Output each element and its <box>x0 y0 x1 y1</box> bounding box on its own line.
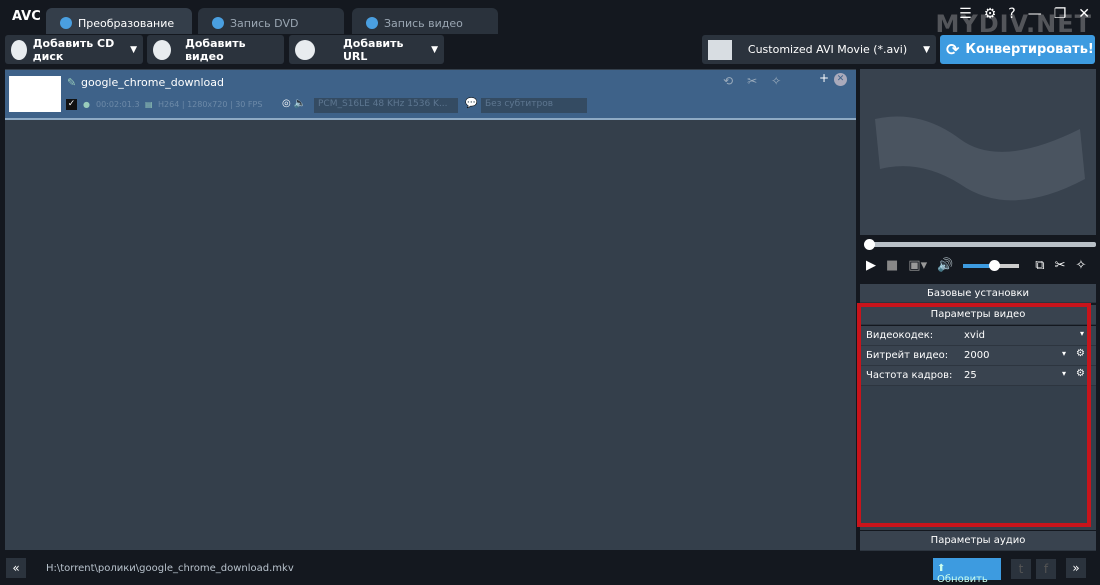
tab-convert[interactable]: Преобразование <box>46 8 192 34</box>
chevron-down-icon: ▼ <box>130 44 137 55</box>
tab-label: Запись видео <box>384 16 463 30</box>
duration: 00:02:01.3 <box>96 100 140 109</box>
app-logo: AVC <box>12 9 41 24</box>
file-item[interactable]: ✎ google_chrome_download ✓ ● 00:02:01.3 … <box>5 70 856 120</box>
add-video-button[interactable]: Добавить видео <box>147 35 284 64</box>
copy-icon[interactable]: ⧉ <box>1035 258 1044 273</box>
log-icon[interactable]: ☰ <box>959 6 972 22</box>
seek-knob[interactable] <box>864 239 875 250</box>
add-cd-button[interactable]: Добавить CD диск ▼ <box>5 35 143 64</box>
file-path: H:\torrent\ролики\google_chrome_download… <box>46 563 294 574</box>
audio-track-select[interactable]: PCM_S16LE 48 KHz 1536 K... <box>314 98 458 113</box>
refresh-icon: ⟳ <box>946 40 960 59</box>
video-preview <box>860 69 1096 235</box>
scissors-icon[interactable]: ✂ <box>1055 258 1066 273</box>
target-icon: ◎ 🔈 <box>282 98 307 109</box>
collapse-left-button[interactable]: « <box>6 558 26 578</box>
audio-track-label: PCM_S16LE 48 KHz 1536 K... <box>318 99 448 109</box>
add-url-button[interactable]: Добавить URL ▼ <box>289 35 444 64</box>
film-reel-icon <box>875 116 1085 201</box>
chevron-down-icon: ▼ <box>431 44 438 55</box>
disc-icon <box>212 17 224 29</box>
help-icon[interactable]: ? <box>1008 6 1015 22</box>
clock-icon: ● <box>83 100 90 109</box>
format-select[interactable]: Customized AVI Movie (*.avi) ▼ <box>702 35 936 64</box>
edit-icon[interactable]: ✎ <box>67 76 76 89</box>
effects-icon[interactable]: ✧ <box>771 74 781 88</box>
volume-icon[interactable]: 🔊 <box>937 258 953 273</box>
subtitle-select[interactable]: Без субтитров <box>481 98 587 113</box>
remove-icon[interactable]: ✕ <box>834 73 847 86</box>
stop-icon[interactable]: ■ <box>886 258 898 273</box>
facebook-icon[interactable]: f <box>1036 559 1056 579</box>
rotate-icon[interactable]: ⟲ <box>723 74 733 88</box>
film-icon <box>708 39 732 60</box>
format-label: Customized AVI Movie (*.avi) <box>747 43 908 56</box>
minimize-icon[interactable]: — <box>1028 6 1042 22</box>
film-strip-icon: ▤ <box>145 100 153 109</box>
close-icon[interactable]: ✕ <box>1078 6 1090 22</box>
cd-add-icon <box>11 39 27 60</box>
basic-settings-header[interactable]: Базовые установки <box>860 284 1096 303</box>
subtitle-icon: 💬 <box>465 98 478 109</box>
expand-right-button[interactable]: » <box>1066 558 1086 578</box>
file-name[interactable]: google_chrome_download <box>81 76 224 89</box>
twitter-icon[interactable]: t <box>1011 559 1031 579</box>
snapshot-icon[interactable]: ▣▾ <box>908 258 927 273</box>
add-url-label: Добавить URL <box>343 36 404 63</box>
video-info: H264 | 1280x720 | 30 FPS <box>158 100 263 109</box>
globe-add-icon <box>295 39 315 60</box>
play-icon[interactable]: ▶ <box>866 258 876 273</box>
update-button[interactable]: ⬆ Обновить <box>933 558 1001 585</box>
seek-bar[interactable] <box>864 239 1096 250</box>
chevron-down-icon: ▼ <box>923 44 930 55</box>
file-checkbox[interactable]: ✓ <box>66 99 77 110</box>
highlight-box <box>857 303 1091 527</box>
play-icon <box>366 17 378 29</box>
status-bar: « H:\torrent\ролики\google_chrome_downlo… <box>0 552 1100 585</box>
volume-slider[interactable] <box>963 259 1020 271</box>
file-list <box>5 69 856 550</box>
audio-params-header[interactable]: Параметры аудио <box>860 531 1096 551</box>
add-icon[interactable]: + <box>819 71 829 85</box>
tab-record[interactable]: Запись видео <box>352 8 498 34</box>
tab-dvd[interactable]: Запись DVD <box>198 8 344 34</box>
convert-button[interactable]: ⟳ Конвертировать! <box>940 35 1095 64</box>
scissors-icon[interactable]: ✂ <box>747 74 757 88</box>
convert-label: Конвертировать! <box>965 42 1094 57</box>
tab-label: Преобразование <box>78 16 175 30</box>
update-label: Обновить <box>937 574 988 585</box>
add-cd-label: Добавить CD диск <box>32 36 115 63</box>
maximize-icon[interactable]: ❐ <box>1054 6 1067 22</box>
convert-icon <box>60 17 72 29</box>
add-video-label: Добавить видео <box>185 36 246 63</box>
video-thumbnail <box>9 76 61 112</box>
tab-label: Запись DVD <box>230 16 299 30</box>
gear-icon[interactable]: ⚙ <box>984 6 997 22</box>
subtitle-label: Без субтитров <box>485 99 554 109</box>
film-add-icon <box>153 39 172 60</box>
effects-icon[interactable]: ✧ <box>1076 258 1087 273</box>
